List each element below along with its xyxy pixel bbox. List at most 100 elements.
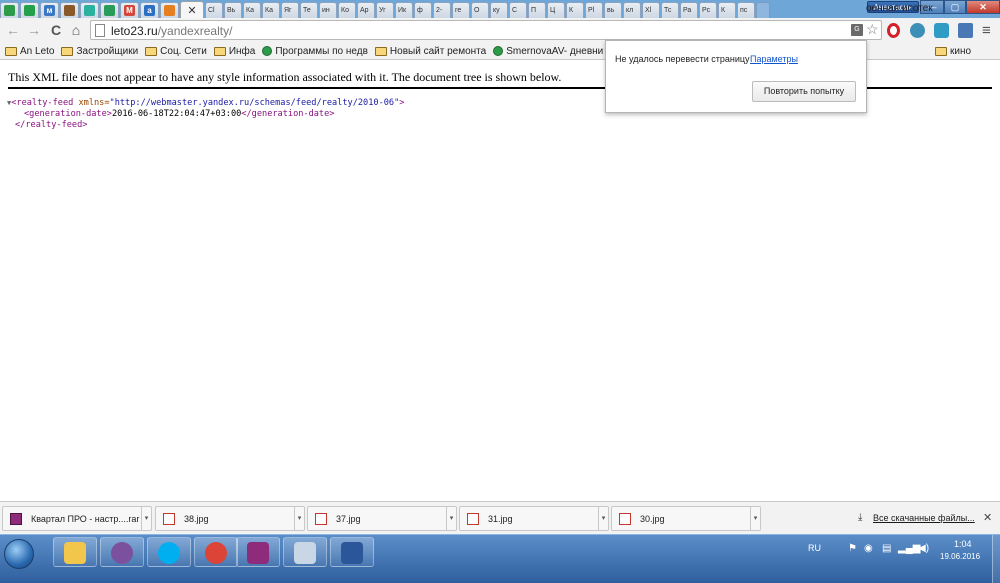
bookmark-item[interactable]: Новый сайт ремонта [374, 46, 486, 57]
browser-tab[interactable] [160, 2, 179, 18]
show-desktop-button[interactable] [992, 535, 1000, 583]
close-window-button[interactable]: ✕ [966, 0, 1000, 14]
back-button[interactable]: ← [5, 22, 21, 38]
chevron-down-icon[interactable]: ▾ [750, 507, 760, 530]
chevron-down-icon[interactable]: ▾ [598, 507, 608, 530]
bookmark-item[interactable]: Инфа [213, 46, 255, 57]
status-icon[interactable]: ◉ [864, 543, 873, 554]
download-item[interactable]: 30.jpg ▾ [611, 506, 761, 531]
tab-title: пс [740, 7, 748, 14]
taskbar-app[interactable] [147, 537, 191, 567]
download-item[interactable]: 31.jpg ▾ [459, 506, 609, 531]
chevron-down-icon[interactable]: ▾ [446, 507, 456, 530]
site-favicon-icon [493, 46, 504, 56]
browser-tab[interactable]: Ка [262, 2, 280, 18]
browser-tab[interactable]: Ко [338, 2, 356, 18]
bookmark-item[interactable]: Соц. Сети [145, 46, 207, 57]
browser-tab[interactable]: вь [604, 2, 622, 18]
taskbar-app[interactable] [194, 537, 238, 567]
translate-icon[interactable]: G [851, 24, 863, 36]
bookmark-kino[interactable]: кино [935, 43, 971, 60]
forward-button[interactable]: → [26, 22, 42, 38]
flag-icon[interactable]: ⚑ [848, 543, 857, 554]
menu-icon[interactable]: ≡ [982, 22, 991, 39]
browser-tab[interactable] [80, 2, 99, 18]
browser-tab[interactable]: Сl [205, 2, 223, 18]
device-icon[interactable]: ▤ [882, 543, 891, 554]
browser-tab[interactable]: Уг [376, 2, 394, 18]
bookmark-label: Программы по недв [275, 45, 368, 57]
browser-tab[interactable]: Ар [357, 2, 375, 18]
close-icon[interactable]: ✕ [983, 511, 992, 524]
download-item[interactable]: Квартал ПРО - настр....rar ▾ [2, 506, 152, 531]
bookmark-item[interactable]: Застройщики [61, 46, 138, 57]
bookmark-item[interactable]: An Leto [5, 46, 54, 57]
browser-tab[interactable]: Ра [680, 2, 698, 18]
browser-tab[interactable]: Ик [395, 2, 413, 18]
browser-tab[interactable]: ф [414, 2, 432, 18]
retry-button[interactable]: Повторить попытку [752, 81, 856, 102]
bookmark-star-icon[interactable]: ☆ [866, 21, 879, 38]
browser-tab[interactable]: кл [623, 2, 641, 18]
browser-tab[interactable]: О [471, 2, 489, 18]
browser-tab[interactable]: Ц [547, 2, 565, 18]
taskbar-app[interactable] [236, 537, 280, 567]
browser-tab[interactable]: Рс [699, 2, 717, 18]
chevron-down-icon[interactable]: ▾ [141, 507, 151, 530]
maximize-button[interactable]: ▢ [944, 0, 966, 14]
browser-tab[interactable]: ку [490, 2, 508, 18]
language-indicator[interactable]: RU [808, 543, 821, 553]
browser-tab[interactable]: ин [319, 2, 337, 18]
browser-tab[interactable]: a [140, 2, 159, 18]
vpn-extension-icon[interactable] [934, 23, 949, 38]
browser-tab[interactable]: Хl [642, 2, 660, 18]
browser-tab[interactable] [20, 2, 39, 18]
address-bar[interactable]: leto23.ru/yandexrealty/ G ☆ [90, 20, 882, 40]
all-downloads-link[interactable]: Все скачанные файлы... [873, 513, 975, 523]
browser-tab[interactable]: Тс [661, 2, 679, 18]
browser-tab[interactable]: Рl [585, 2, 603, 18]
browser-tab[interactable]: M [120, 2, 139, 18]
volume-icon[interactable]: ◀) [918, 543, 929, 554]
settings-link[interactable]: Параметры [750, 54, 798, 64]
browser-tab[interactable]: С [509, 2, 527, 18]
new-tab-button[interactable] [756, 2, 770, 18]
xml-text: 2016-06-18T22:04:47+03:00 [111, 109, 242, 119]
active-tab[interactable]: ✕ [180, 1, 204, 18]
taskbar-app[interactable] [330, 537, 374, 567]
taskbar-app[interactable] [53, 537, 97, 567]
taskbar-app[interactable] [100, 537, 144, 567]
page-content: This XML file does not appear to have an… [0, 61, 1000, 501]
url-text[interactable]: leto23.ru/yandexrealty/ [111, 24, 232, 38]
browser-tab[interactable]: П [528, 2, 546, 18]
browser-tab[interactable]: Яг [281, 2, 299, 18]
browser-tab[interactable]: К [566, 2, 584, 18]
browser-tab[interactable] [0, 2, 19, 18]
shield-extension-icon[interactable] [958, 23, 973, 38]
browser-tab[interactable] [60, 2, 79, 18]
sync-extension-icon[interactable] [910, 23, 925, 38]
opera-extension-icon[interactable] [887, 23, 900, 38]
browser-tab[interactable] [100, 2, 119, 18]
clock-date[interactable]: 19.06.2016 [940, 552, 980, 561]
browser-tab[interactable]: м [40, 2, 59, 18]
browser-tab[interactable]: Ка [243, 2, 261, 18]
close-tab-icon[interactable]: ✕ [187, 4, 196, 17]
browser-tab[interactable]: К [718, 2, 736, 18]
reload-button[interactable]: C [48, 22, 64, 38]
start-button[interactable] [4, 539, 34, 569]
bookmark-item[interactable]: SmernovaAV- дневни [493, 46, 603, 57]
browser-tab[interactable]: пс [737, 2, 755, 18]
browser-tab[interactable]: 2- [433, 2, 451, 18]
taskbar-app[interactable] [283, 537, 327, 567]
browser-tab[interactable]: ге [452, 2, 470, 18]
download-item[interactable]: 37.jpg ▾ [307, 506, 457, 531]
home-button[interactable]: ⌂ [68, 22, 84, 38]
clock-time[interactable]: 1:04 [954, 539, 972, 549]
browser-tab[interactable]: Те [300, 2, 318, 18]
browser-tab[interactable]: Вь [224, 2, 242, 18]
download-item[interactable]: 38.jpg ▾ [155, 506, 305, 531]
chevron-down-icon[interactable]: ▾ [294, 507, 304, 530]
bookmark-item[interactable]: Программы по недв [262, 46, 368, 57]
bookmark-partial[interactable]: оенная ипотек [866, 0, 933, 17]
